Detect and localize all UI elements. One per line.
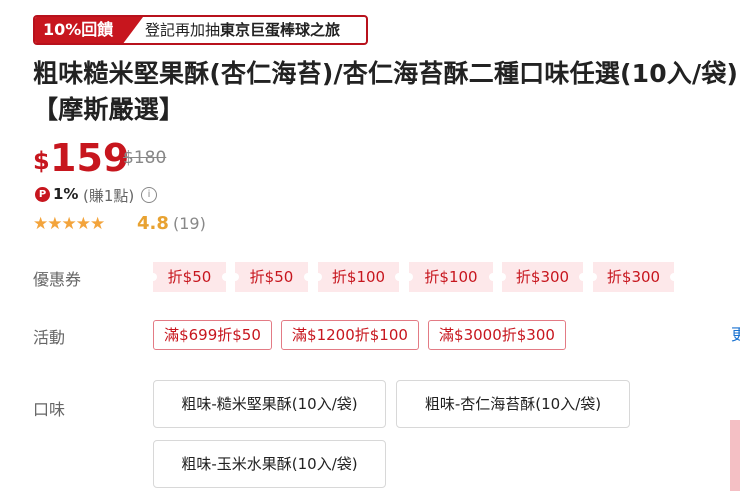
activity-chip[interactable]: 滿$699折$50 bbox=[153, 320, 272, 350]
original-price: $180 bbox=[123, 148, 167, 168]
activity-chip[interactable]: 滿$1200折$100 bbox=[281, 320, 419, 350]
star-rating-icon: ★★★★★ bbox=[33, 214, 105, 234]
coupon-chip[interactable]: 折$50 bbox=[231, 262, 312, 292]
promo-banner[interactable]: 10%回饋 登記再加抽東京巨蛋棒球之旅 bbox=[33, 15, 368, 45]
coupon-label: 優惠券 bbox=[33, 270, 82, 289]
price-currency: $ bbox=[33, 147, 50, 175]
promo-text-highlight: 東京巨蛋棒球之旅 bbox=[220, 21, 341, 39]
flavor-label: 口味 bbox=[33, 400, 66, 419]
more-activities-link[interactable]: 更 bbox=[731, 321, 740, 345]
coupon-chip[interactable]: 折$50 bbox=[149, 262, 230, 292]
rating-value: 4.8 bbox=[137, 213, 169, 234]
product-title: 粗味糙米堅果酥(杏仁海苔)/杏仁海苔酥二種口味任選(10入/袋)【摩斯嚴選】 bbox=[33, 59, 739, 124]
flavor-option[interactable]: 粗味-糙米堅果酥(10入/袋) bbox=[153, 380, 386, 428]
flavor-option[interactable]: 粗味-杏仁海苔酥(10入/袋) bbox=[396, 380, 630, 428]
promo-text: 登記再加抽東京巨蛋棒球之旅 bbox=[145, 17, 340, 43]
coupon-chip[interactable]: 折$100 bbox=[314, 262, 403, 292]
floating-side-tab[interactable] bbox=[730, 420, 740, 491]
promo-tag: 10%回饋 bbox=[43, 20, 114, 39]
info-icon[interactable]: i bbox=[141, 187, 157, 203]
coupon-chip[interactable]: 折$300 bbox=[498, 262, 587, 292]
activity-label: 活動 bbox=[33, 328, 66, 347]
review-count[interactable]: (19) bbox=[173, 213, 206, 235]
current-price: 159 bbox=[50, 136, 130, 180]
promo-text-prefix: 登記再加抽 bbox=[145, 21, 221, 39]
flavor-option[interactable]: 粗味-玉米水果酥(10入/袋) bbox=[153, 440, 386, 488]
points-icon: P bbox=[35, 187, 50, 202]
coupon-chip[interactable]: 折$300 bbox=[589, 262, 678, 292]
points-percent: 1% bbox=[53, 185, 79, 203]
coupon-chip[interactable]: 折$100 bbox=[405, 262, 497, 292]
activity-chip[interactable]: 滿$3000折$300 bbox=[428, 320, 566, 350]
points-earn: (賺1點) bbox=[83, 187, 135, 205]
